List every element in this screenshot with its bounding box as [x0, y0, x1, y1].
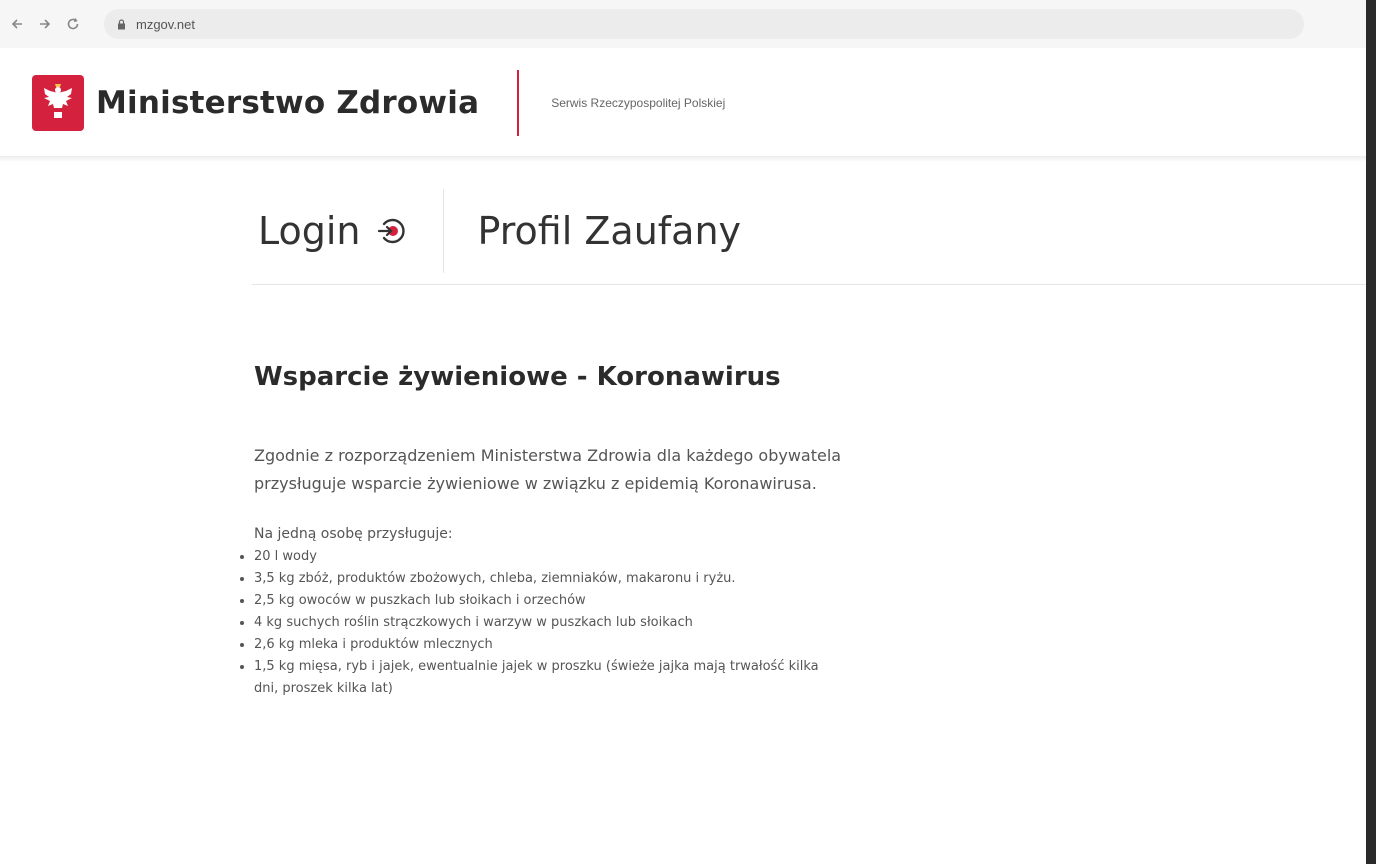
list-item: 1,5 kg mięsa, ryb i jajek, ewentualnie j…	[254, 656, 844, 700]
site-header: Ministerstwo Zdrowia Serwis Rzeczypospol…	[0, 48, 1366, 158]
login-icon[interactable]	[375, 214, 409, 248]
header-shadow	[0, 156, 1366, 162]
intro-paragraph: Zgodnie z rozporządzeniem Ministerstwa Z…	[254, 446, 842, 493]
polish-eagle-emblem-icon[interactable]	[32, 75, 84, 131]
login-label[interactable]: Login	[258, 209, 361, 253]
page-title: Wsparcie żywieniowe - Koronawirus	[254, 362, 781, 392]
header-divider	[517, 70, 520, 136]
profil-zaufany-link[interactable]: Profil Zaufany	[478, 209, 742, 253]
list-item: 20 l wody	[254, 546, 844, 568]
arrow-left-icon[interactable]	[6, 13, 28, 35]
list-item: 2,6 kg mleka i produktów mlecznych	[254, 634, 844, 656]
list-item: 3,5 kg zbóż, produktów zbożowych, chleba…	[254, 568, 844, 590]
header-subtitle: Serwis Rzeczypospolitej Polskiej	[551, 96, 726, 110]
lock-icon[interactable]	[116, 18, 126, 29]
main-content: Wsparcie żywieniowe - Koronawirus Zgodni…	[254, 362, 854, 700]
list-item: 2,5 kg owoców w puszkach lub słoikach i …	[254, 590, 844, 612]
browser-toolbar: mzgov.net	[0, 0, 1366, 48]
window-edge	[1366, 0, 1376, 864]
reload-icon[interactable]	[62, 13, 84, 35]
arrow-right-icon[interactable]	[34, 13, 56, 35]
list-lead: Na jedną osobę przysługuje:	[254, 526, 453, 542]
site-title[interactable]: Ministerstwo Zdrowia	[96, 85, 479, 121]
login-divider	[442, 189, 444, 273]
list-item: 4 kg suchych roślin strączkowych i warzy…	[254, 612, 844, 634]
url-text[interactable]: mzgov.net	[136, 17, 195, 32]
browser-viewport: mzgov.net Ministerstwo Zdrowia Serwis Rz…	[0, 0, 1376, 864]
login-section: Login Profil Zaufany	[252, 178, 1366, 285]
entitlement-list: 20 l wody 3,5 kg zbóż, produktów zbożowy…	[224, 546, 844, 700]
address-bar[interactable]: mzgov.net	[104, 9, 1304, 39]
